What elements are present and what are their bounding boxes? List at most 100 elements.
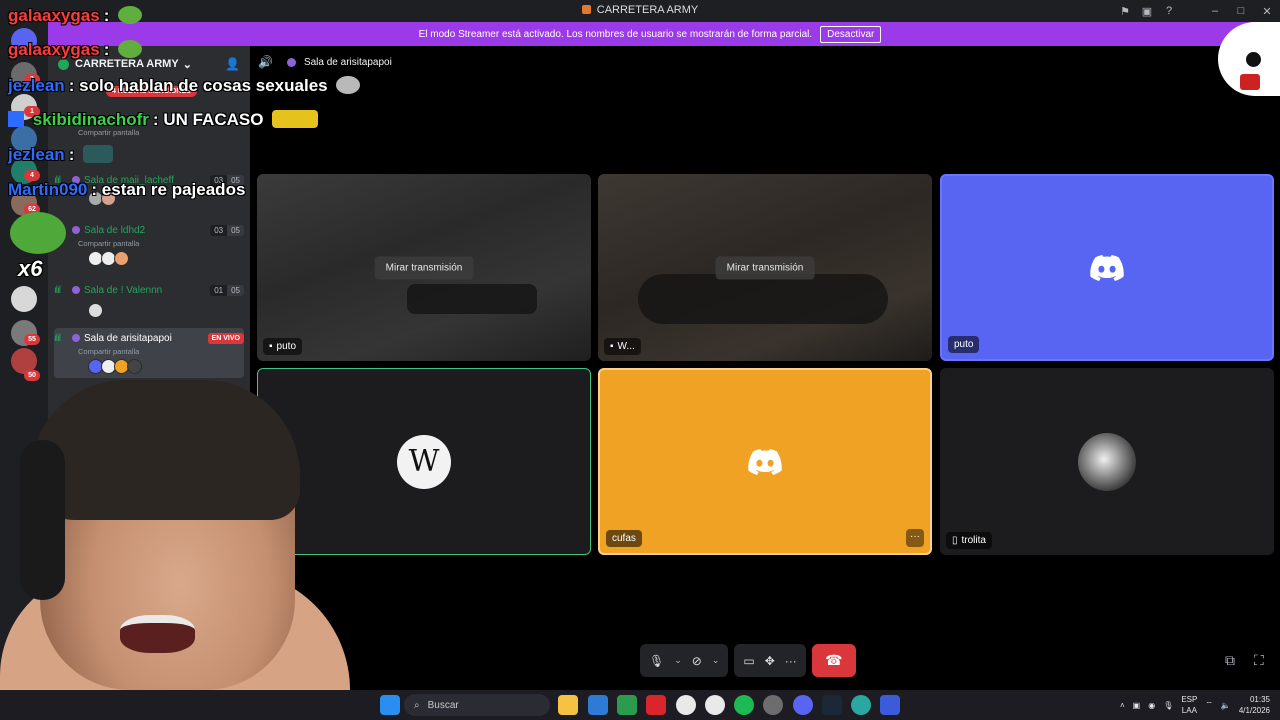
wifi-icon[interactable]: ⌔ bbox=[1205, 700, 1213, 710]
chat-message: UN FACASO bbox=[163, 110, 264, 129]
watch-stream-button[interactable]: Mirar transmisión bbox=[374, 256, 474, 279]
microphone-icon[interactable]: 🎙 bbox=[649, 654, 664, 668]
participant-tag: ▯ trolita bbox=[946, 532, 992, 549]
channel-subtitle: Compartir pantalla bbox=[78, 347, 140, 356]
chrome-profile-icon[interactable] bbox=[705, 695, 725, 715]
pepe-emote-icon bbox=[118, 40, 143, 58]
voice-channel[interactable]: ılıl Sala de ldhd2 0305 Compartir pantal… bbox=[54, 222, 244, 266]
streamer-mode-banner: El modo Streamer está activado. Los nomb… bbox=[20, 22, 1280, 46]
webcam-hair bbox=[30, 380, 300, 520]
chrome-icon[interactable] bbox=[676, 695, 696, 715]
discord-logo-icon bbox=[1090, 254, 1124, 281]
title-divider bbox=[1180, 0, 1202, 22]
window-title: CARRETERA ARMY bbox=[0, 4, 1280, 16]
screen-share-icon[interactable]: ▣ bbox=[1136, 0, 1158, 22]
tray-app-icon[interactable]: ▣ bbox=[1133, 701, 1141, 710]
emote-multiplier: x6 bbox=[18, 256, 43, 281]
microphone-control[interactable]: 🎙 ⌄ ⊘ ⌄ bbox=[640, 644, 729, 677]
channel-name: Sala de ! Valennn bbox=[84, 284, 163, 296]
channel-members bbox=[88, 251, 244, 266]
taskbar-search[interactable]: ⌕ Buscar bbox=[404, 694, 550, 716]
participant-tile[interactable]: cufas ··· bbox=[598, 368, 932, 555]
browser-icon[interactable] bbox=[851, 695, 871, 715]
close-icon[interactable]: ✕ bbox=[1254, 0, 1280, 22]
store-app-icon[interactable] bbox=[588, 695, 608, 715]
chat-user: jezlean bbox=[8, 76, 65, 95]
stream-tile[interactable]: Mirar transmisión ▪ W... bbox=[598, 174, 932, 361]
stage-icon bbox=[286, 57, 296, 67]
wps-office-icon[interactable] bbox=[646, 695, 666, 715]
overlay-chat-line: galaaxygas: bbox=[8, 6, 143, 26]
title-bar: CARRETERA ARMY ⚑ ▣ ? – □ ✕ bbox=[0, 0, 1280, 22]
pop-out-icon[interactable]: ⧉ bbox=[1225, 652, 1235, 669]
server-icon[interactable] bbox=[11, 286, 37, 312]
chat-message: solo hablan de cosas sexuales bbox=[79, 76, 328, 95]
discord-logo-icon bbox=[748, 448, 782, 475]
disable-streamer-mode-button[interactable]: Desactivar bbox=[820, 25, 882, 43]
stream-preview bbox=[407, 284, 537, 314]
voice-activity-icon: ılıl bbox=[54, 284, 61, 296]
help-icon[interactable]: ? bbox=[1158, 0, 1180, 22]
overlay-chat-line: skibidinachofr: UN FACASO bbox=[8, 110, 319, 130]
more-icon[interactable]: ··· bbox=[785, 654, 797, 668]
participant-tile[interactable]: ▯ trolita bbox=[940, 368, 1274, 555]
stage-icon bbox=[72, 286, 80, 294]
calculator-icon[interactable] bbox=[617, 695, 637, 715]
chat-user: jezlean bbox=[8, 145, 65, 164]
overlay-chat-line: jezlean: solo hablan de cosas sexuales bbox=[8, 76, 361, 96]
tray-app-icon[interactable]: ◉ bbox=[1148, 701, 1155, 710]
pepe-emote-icon bbox=[10, 212, 66, 254]
hang-up-icon: ☎ bbox=[825, 652, 843, 668]
activities-icon[interactable]: ✥ bbox=[765, 654, 775, 668]
volume-icon[interactable]: 🔈 bbox=[1221, 701, 1231, 710]
chat-user: galaaxygas bbox=[8, 6, 100, 25]
user-count: 01 05 bbox=[210, 284, 244, 296]
more-options-icon[interactable]: ··· bbox=[906, 529, 924, 547]
chevron-down-icon[interactable]: ⌄ bbox=[712, 655, 720, 666]
voice-activity-icon: ılıl bbox=[54, 332, 61, 344]
disconnect-button[interactable]: ☎ bbox=[811, 644, 856, 677]
chevron-down-icon[interactable]: ⌄ bbox=[674, 655, 682, 666]
clock[interactable]: 01:35 4/1/2026 bbox=[1239, 694, 1270, 716]
language-indicator[interactable]: ESP LAA bbox=[1181, 694, 1197, 716]
chat-bubble-icon: ▪ bbox=[610, 341, 614, 352]
call-controls: 🎙 ⌄ ⊘ ⌄ ▭ ✥ ··· ☎ bbox=[640, 644, 856, 677]
channel-members bbox=[88, 359, 244, 374]
app-icon[interactable] bbox=[763, 695, 783, 715]
chat-message: estan re pajeados bbox=[101, 180, 246, 199]
app-icon[interactable] bbox=[880, 695, 900, 715]
chat-user: galaaxygas bbox=[8, 40, 100, 59]
share-screen-icon[interactable]: ▭ bbox=[743, 654, 754, 668]
stream-tile[interactable]: Mirar transmisión ▪ puto bbox=[257, 174, 591, 361]
minimize-icon[interactable]: – bbox=[1202, 0, 1228, 22]
watch-stream-button[interactable]: Mirar transmisión bbox=[715, 256, 815, 279]
participant-tile[interactable]: puto bbox=[940, 174, 1274, 361]
start-icon[interactable] bbox=[380, 695, 400, 715]
chevron-up-icon[interactable]: ˄ bbox=[1120, 701, 1125, 710]
discord-icon[interactable] bbox=[793, 695, 813, 715]
fullscreen-icon[interactable]: ⛶ bbox=[1254, 652, 1264, 669]
channel-name: Sala de arisitapapoi bbox=[84, 332, 172, 344]
app-logo-icon bbox=[581, 5, 591, 14]
steam-icon[interactable] bbox=[822, 695, 842, 715]
microphone-icon[interactable]: 🎙 bbox=[1163, 701, 1173, 710]
streamer-mode-text: El modo Streamer está activado. Los nomb… bbox=[418, 28, 813, 40]
spotify-icon[interactable] bbox=[734, 695, 754, 715]
overlay-chat-line: Martin090: estan re pajeados bbox=[8, 180, 246, 199]
participant-tag: ▪ puto bbox=[263, 338, 303, 355]
invite-people-icon[interactable]: 👤 bbox=[225, 57, 240, 71]
inbox-flag-icon[interactable]: ⚑ bbox=[1114, 0, 1136, 22]
participant-tag: cufas bbox=[606, 530, 642, 547]
file-explorer-icon[interactable] bbox=[558, 695, 578, 715]
skull-emote-icon bbox=[336, 76, 361, 94]
participant-tag: puto bbox=[948, 336, 980, 353]
maximize-icon[interactable]: □ bbox=[1228, 0, 1254, 22]
voice-channel-active[interactable]: ılıl Sala de arisitapapoi EN VIVO Compar… bbox=[54, 328, 244, 378]
voice-channel[interactable]: ılıl Sala de ! Valennn 01 05 bbox=[54, 282, 244, 318]
mobile-icon: ▯ bbox=[952, 535, 958, 546]
user-count: 03 05 bbox=[210, 224, 244, 236]
emote-icon bbox=[83, 145, 114, 163]
verified-shield-icon bbox=[58, 58, 69, 70]
camera-off-icon[interactable]: ⊘ bbox=[692, 654, 702, 668]
stage-icon bbox=[72, 334, 80, 342]
